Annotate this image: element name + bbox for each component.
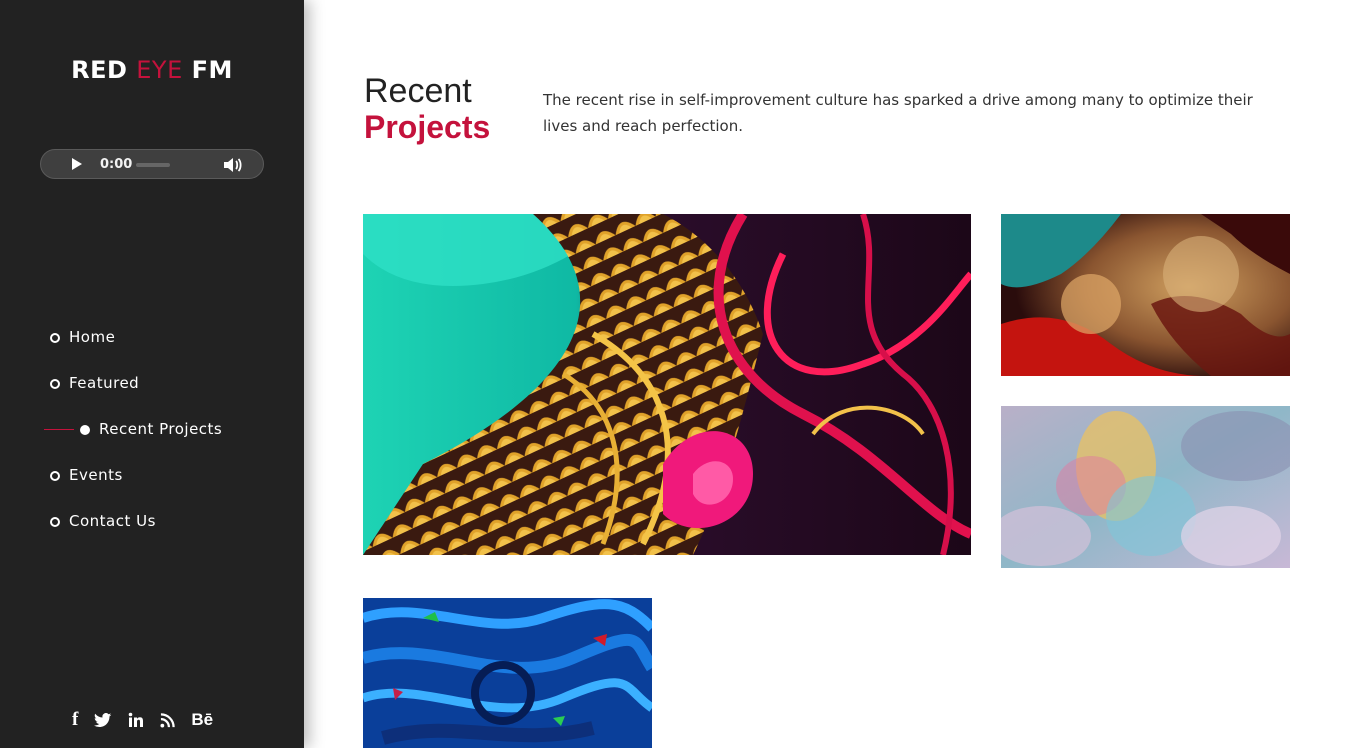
social-links: f Bē [72,708,229,732]
main-nav: Home Featured Recent Projects Events Con… [0,320,304,550]
section-title-line2: Projects [364,109,491,145]
rss-icon[interactable] [160,712,176,728]
logo-part-eye: EYE [136,56,183,84]
audio-time: 0:00 [100,157,133,172]
nav-item-home[interactable]: Home [0,320,304,366]
sidebar: RED EYE FM 0:00 Home Featured Recent Pro… [0,0,304,748]
behance-icon[interactable]: Bē [191,710,213,730]
project-image [363,598,652,748]
logo-part-fm: FM [191,56,233,84]
active-indicator-line [44,429,74,430]
section-description: The recent rise in self-improvement cult… [543,91,1253,135]
nav-item-label: Recent Projects [99,420,223,438]
volume-icon[interactable] [223,156,243,174]
play-icon[interactable] [72,158,82,170]
nav-item-label: Home [69,328,116,346]
nav-bullet-icon [50,471,60,481]
nav-bullet-icon [80,425,90,435]
site-logo[interactable]: RED EYE FM [0,56,304,84]
project-thumbnail-1[interactable] [363,214,971,555]
project-thumbnail-2[interactable] [1001,214,1290,376]
nav-bullet-icon [50,333,60,343]
logo-part-red: RED [71,56,128,84]
twitter-icon[interactable] [94,712,112,728]
nav-item-contact-us[interactable]: Contact Us [0,504,304,550]
project-thumbnail-4[interactable] [363,598,652,748]
project-image [363,214,971,555]
nav-item-label: Featured [69,374,140,392]
nav-item-label: Events [69,466,123,484]
project-image [1001,214,1290,376]
section-title-line1: Recent [364,72,472,110]
nav-item-label: Contact Us [69,512,156,530]
project-thumbnail-3[interactable] [1001,406,1290,568]
nav-bullet-icon [50,379,60,389]
linkedin-icon[interactable] [128,712,144,728]
nav-item-featured[interactable]: Featured [0,366,304,412]
project-image [1001,406,1290,568]
nav-item-recent-projects[interactable]: Recent Projects [0,412,304,458]
nav-bullet-icon [50,517,60,527]
section-title: Recent Projects [364,72,490,144]
audio-player: 0:00 [40,149,264,179]
facebook-icon[interactable]: f [72,709,78,731]
audio-progress-slider[interactable] [136,163,170,167]
nav-item-events[interactable]: Events [0,458,304,504]
